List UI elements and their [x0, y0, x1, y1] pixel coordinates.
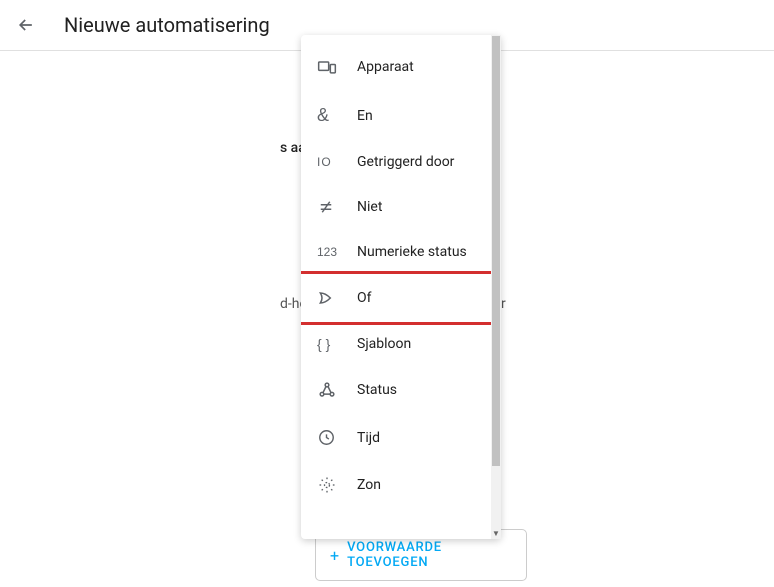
menu-item-sun[interactable]: Zon — [301, 461, 501, 509]
devices-icon — [317, 57, 349, 77]
menu-item-clock[interactable]: Tijd — [301, 414, 501, 461]
menu-item-devices[interactable]: Apparaat — [301, 43, 501, 91]
menu-item-label: Apparaat — [357, 59, 414, 75]
dropdown-scrollbar[interactable]: ▲ ▼ — [491, 35, 501, 539]
menu-item-label: Sjabloon — [357, 336, 411, 352]
state-icon — [317, 380, 349, 400]
template-icon: { } — [317, 336, 349, 352]
menu-item-label: En — [357, 108, 373, 124]
ampersand-icon: & — [317, 105, 349, 126]
menu-item-label: Of — [357, 290, 372, 306]
scroll-thumb[interactable] — [492, 36, 500, 466]
menu-item-label: Tijd — [357, 430, 380, 446]
page-title: Nieuwe automatisering — [64, 13, 270, 37]
menu-item-numeric[interactable]: 123 Numerieke status — [301, 230, 501, 274]
sun-icon — [317, 475, 349, 495]
arrow-left-icon — [16, 15, 36, 35]
back-button[interactable] — [16, 15, 36, 35]
or-gate-icon — [317, 288, 349, 308]
not-equal-icon — [317, 198, 349, 216]
scroll-down-icon: ▼ — [491, 529, 501, 539]
condition-type-dropdown: Apparaat&EnIOGetriggerd doorNiet123Numer… — [301, 35, 501, 539]
menu-item-label: Status — [357, 382, 397, 398]
triggered-icon: IO — [317, 155, 349, 169]
menu-item-or-gate[interactable]: Of — [301, 271, 501, 325]
menu-item-ampersand[interactable]: &En — [301, 91, 501, 140]
menu-item-label: Zon — [357, 477, 381, 493]
menu-item-triggered[interactable]: IO Getriggerd door — [301, 140, 501, 184]
menu-item-label: Numerieke status — [357, 244, 467, 260]
add-condition-label: VOORWAARDE TOEVOEGEN — [347, 540, 512, 570]
menu-item-state[interactable]: Status — [301, 366, 501, 414]
menu-item-template[interactable]: { } Sjabloon — [301, 322, 501, 366]
clock-icon — [317, 428, 349, 447]
menu-item-label: Getriggerd door — [357, 154, 454, 170]
menu-item-not-equal[interactable]: Niet — [301, 184, 501, 230]
numeric-icon: 123 — [317, 245, 349, 259]
menu-item-label: Niet — [357, 199, 382, 215]
plus-icon: + — [330, 546, 339, 565]
